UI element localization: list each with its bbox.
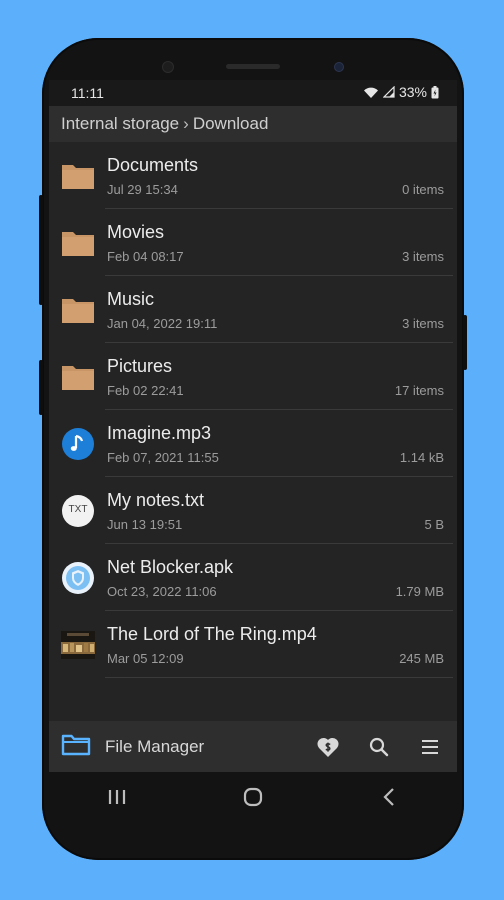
list-item-my-notes-txt[interactable]: TXT My notes.txt Jun 13 19:51 5 B <box>49 477 457 544</box>
bottom-app-bar: File Manager <box>49 721 457 772</box>
menu-icon[interactable] <box>417 734 443 760</box>
file-name: Movies <box>107 222 165 242</box>
breadcrumb-separator: › <box>183 114 189 133</box>
battery-percent: 33% <box>398 84 427 100</box>
breadcrumb-root[interactable]: Internal storage <box>61 114 179 134</box>
folder-icon <box>61 159 95 193</box>
video-thumbnail-icon <box>61 628 95 662</box>
screen: 11:11 33% Internal storage › Download Do… <box>49 80 457 772</box>
battery-charging-icon <box>431 85 439 99</box>
power-button <box>463 315 467 370</box>
list-item-music[interactable]: Music Jan 04, 2022 19:11 3 items <box>49 276 457 343</box>
shield-app-icon <box>61 561 95 595</box>
app-title: File Manager <box>105 737 205 756</box>
txt-label: TXT <box>68 504 88 515</box>
list-item-lord-of-the-ring-mp4[interactable]: The Lord of The Ring.mp4 Mar 05 12:09 24… <box>49 611 457 678</box>
file-name: Music <box>107 289 155 309</box>
file-date: Jul 29 15:34 <box>107 182 178 197</box>
file-list: Documents Jul 29 15:34 0 items Movies Fe… <box>49 142 457 678</box>
search-icon[interactable] <box>366 734 392 760</box>
wifi-icon <box>363 86 379 99</box>
side-button <box>39 360 43 415</box>
signal-icon <box>382 86 395 98</box>
list-item-imagine-mp3[interactable]: Imagine.mp3 Feb 07, 2021 11:55 1.14 kB <box>49 410 457 477</box>
divider <box>105 677 453 678</box>
file-date: Oct 23, 2022 11:06 <box>107 584 217 599</box>
file-meta: 3 items <box>402 316 444 331</box>
file-name: The Lord of The Ring.mp4 <box>107 624 317 644</box>
earpiece-speaker <box>226 64 280 69</box>
folder-icon <box>61 360 95 394</box>
breadcrumb: Internal storage › Download <box>49 106 457 142</box>
status-bar: 11:11 33% <box>49 80 457 106</box>
front-camera <box>162 61 174 73</box>
status-time: 11:11 <box>71 85 104 101</box>
file-name: Net Blocker.apk <box>107 557 234 577</box>
volume-button <box>39 195 43 305</box>
folder-app-icon <box>61 733 91 762</box>
sensor <box>334 62 344 72</box>
system-nav-bar <box>49 772 457 822</box>
breadcrumb-current[interactable]: Download <box>193 114 269 134</box>
home-icon[interactable] <box>223 777 283 817</box>
list-item-pictures[interactable]: Pictures Feb 02 22:41 17 items <box>49 343 457 410</box>
txt-file-icon: TXT <box>61 494 95 528</box>
file-date: Feb 02 22:41 <box>107 383 184 398</box>
file-meta: 245 MB <box>399 651 444 666</box>
folder-icon <box>61 293 95 327</box>
file-meta: 1.79 MB <box>395 584 444 599</box>
list-item-documents[interactable]: Documents Jul 29 15:34 0 items <box>49 142 457 209</box>
donate-heart-icon[interactable] <box>315 734 341 760</box>
list-item-movies[interactable]: Movies Feb 04 08:17 3 items <box>49 209 457 276</box>
file-date: Mar 05 12:09 <box>107 651 184 666</box>
folder-icon <box>61 226 95 260</box>
list-item-net-blocker-apk[interactable]: Net Blocker.apk Oct 23, 2022 11:06 1.79 … <box>49 544 457 611</box>
file-meta: 17 items <box>394 383 444 398</box>
file-name: My notes.txt <box>107 490 205 510</box>
music-note-icon <box>61 427 95 461</box>
file-date: Feb 04 08:17 <box>107 249 184 264</box>
file-date: Jun 13 19:51 <box>107 517 183 532</box>
file-date: Jan 04, 2022 19:11 <box>107 316 218 331</box>
back-icon[interactable] <box>359 777 419 817</box>
file-meta: 1.14 kB <box>399 450 444 465</box>
file-meta: 5 B <box>424 517 444 532</box>
file-name: Imagine.mp3 <box>107 423 212 443</box>
file-meta: 3 items <box>402 249 444 264</box>
file-name: Documents <box>107 155 199 175</box>
recent-apps-icon[interactable] <box>87 777 147 817</box>
file-name: Pictures <box>107 356 173 376</box>
file-meta: 0 items <box>402 182 444 197</box>
file-date: Feb 07, 2021 11:55 <box>107 450 219 465</box>
